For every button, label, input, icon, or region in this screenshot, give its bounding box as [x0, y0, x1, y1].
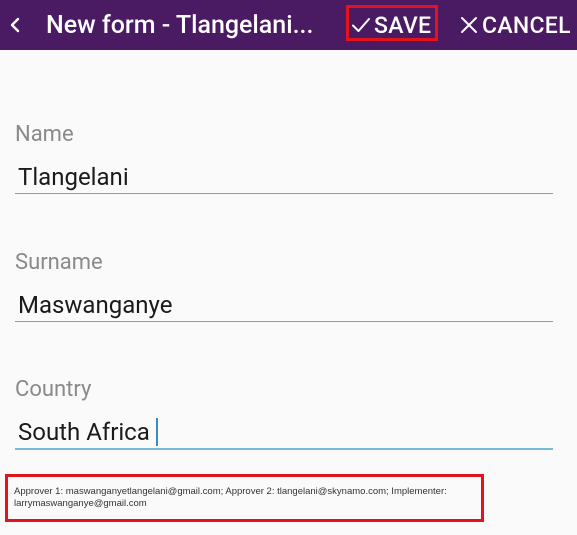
cancel-button[interactable]: CANCEL [454, 0, 574, 50]
save-button[interactable]: SAVE [346, 0, 440, 50]
surname-label: Surname [15, 250, 103, 275]
app-bar: New form - Tlangelani... SAVE CANCEL [0, 0, 577, 50]
cancel-button-label: CANCEL [482, 11, 571, 39]
country-label: Country [15, 377, 92, 402]
surname-field-value: Maswanganye [18, 291, 173, 319]
chevron-left-icon [10, 17, 20, 33]
check-icon [350, 14, 372, 36]
approver-info-box: Approver 1: maswanganyetlangelani@gmail.… [5, 474, 484, 522]
name-field-value: Tlangelani [18, 163, 129, 191]
country-field[interactable]: South Africa [15, 415, 553, 450]
country-field-value: South Africa [18, 418, 150, 446]
back-button[interactable] [0, 0, 30, 50]
approver-info-text: Approver 1: maswanganyetlangelani@gmail.… [14, 486, 447, 509]
name-field[interactable]: Tlangelani [15, 160, 553, 194]
save-button-label: SAVE [374, 11, 432, 39]
name-label: Name [15, 122, 74, 147]
text-cursor [155, 417, 158, 446]
page-title: New form - Tlangelani... [46, 11, 314, 40]
close-icon [458, 14, 480, 36]
surname-field[interactable]: Maswanganye [15, 288, 553, 322]
